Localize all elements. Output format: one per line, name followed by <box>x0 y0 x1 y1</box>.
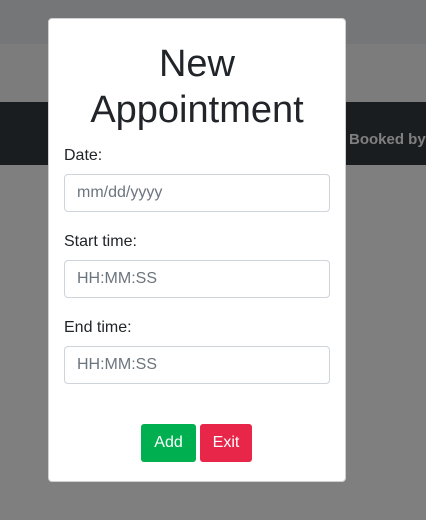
date-label: Date: <box>64 147 103 164</box>
new-appointment-modal: New Appointment Date: Start time: End ti… <box>48 18 346 482</box>
add-button[interactable]: Add <box>141 424 196 462</box>
exit-button[interactable]: Exit <box>200 424 252 462</box>
end-time-label: End time: <box>64 319 132 336</box>
modal-title: New Appointment <box>90 43 304 131</box>
date-input[interactable] <box>64 174 330 212</box>
start-time-label: Start time: <box>64 233 137 250</box>
start-time-input[interactable] <box>64 260 330 298</box>
end-time-input[interactable] <box>64 346 330 384</box>
